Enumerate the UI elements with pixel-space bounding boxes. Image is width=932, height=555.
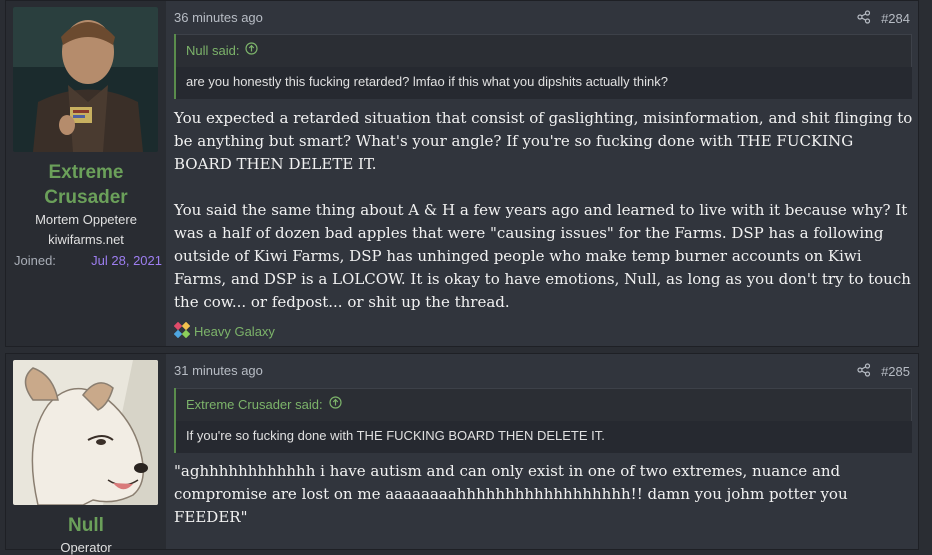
- joined-label: Joined:: [14, 253, 56, 268]
- username-line2[interactable]: Crusader: [6, 185, 166, 210]
- message-paragraph: "aghhhhhhhhhhhh i have autism and can on…: [174, 462, 848, 526]
- user-site: kiwifarms.net: [48, 232, 124, 247]
- message-body: "aghhhhhhhhhhhh i have autism and can on…: [174, 460, 914, 529]
- post-number[interactable]: #285: [881, 364, 910, 379]
- share-icon[interactable]: [857, 363, 871, 380]
- reaction-bar[interactable]: Heavy Galaxy: [173, 321, 275, 341]
- post-meta-right: #285: [857, 363, 910, 380]
- avatar[interactable]: [13, 360, 158, 505]
- username[interactable]: Null: [6, 513, 166, 538]
- post-number[interactable]: #284: [881, 11, 910, 26]
- post-284: Extreme Crusader Mortem Oppetere kiwifar…: [5, 0, 919, 347]
- user-sidebar: Null Operator: [6, 354, 166, 555]
- post-time[interactable]: 31 minutes ago: [174, 363, 263, 378]
- quote-author[interactable]: Extreme Crusader said:: [186, 389, 323, 421]
- arrow-up-circle-icon[interactable]: [245, 35, 259, 67]
- user-title: Operator: [60, 540, 112, 555]
- message-body: You expected a retarded situation that c…: [174, 107, 914, 314]
- user-title: Mortem Oppetere: [35, 212, 137, 227]
- post-time[interactable]: 36 minutes ago: [174, 10, 263, 25]
- quote-header[interactable]: Null said:: [176, 34, 912, 67]
- message-paragraph: You said the same thing about A & H a fe…: [174, 201, 911, 311]
- joined-date: Jul 28, 2021: [91, 253, 162, 268]
- quote-text: If you're so fucking done with THE FUCKI…: [176, 421, 912, 453]
- avatar[interactable]: [13, 7, 158, 152]
- quote-header[interactable]: Extreme Crusader said:: [176, 388, 912, 421]
- quote-text: are you honestly this fucking retarded? …: [176, 67, 912, 99]
- username[interactable]: Extreme Crusader: [6, 160, 166, 210]
- share-icon[interactable]: [857, 10, 871, 27]
- arrow-up-circle-icon[interactable]: [328, 389, 342, 421]
- pinwheel-icon: [173, 321, 191, 341]
- message-paragraph: You expected a retarded situation that c…: [174, 109, 913, 173]
- post-meta-right: #284: [857, 10, 910, 27]
- quote-author[interactable]: Null said:: [186, 35, 239, 67]
- quote-block: Extreme Crusader said: If you're so fuck…: [174, 388, 912, 453]
- reaction-users[interactable]: Heavy Galaxy: [194, 324, 275, 339]
- user-sidebar: Extreme Crusader Mortem Oppetere kiwifar…: [6, 1, 166, 346]
- quote-block: Null said: are you honestly this fucking…: [174, 34, 912, 99]
- username-line1[interactable]: Extreme: [6, 160, 166, 185]
- post-285: Null Operator 31 minutes ago #285 Extrem…: [5, 353, 919, 555]
